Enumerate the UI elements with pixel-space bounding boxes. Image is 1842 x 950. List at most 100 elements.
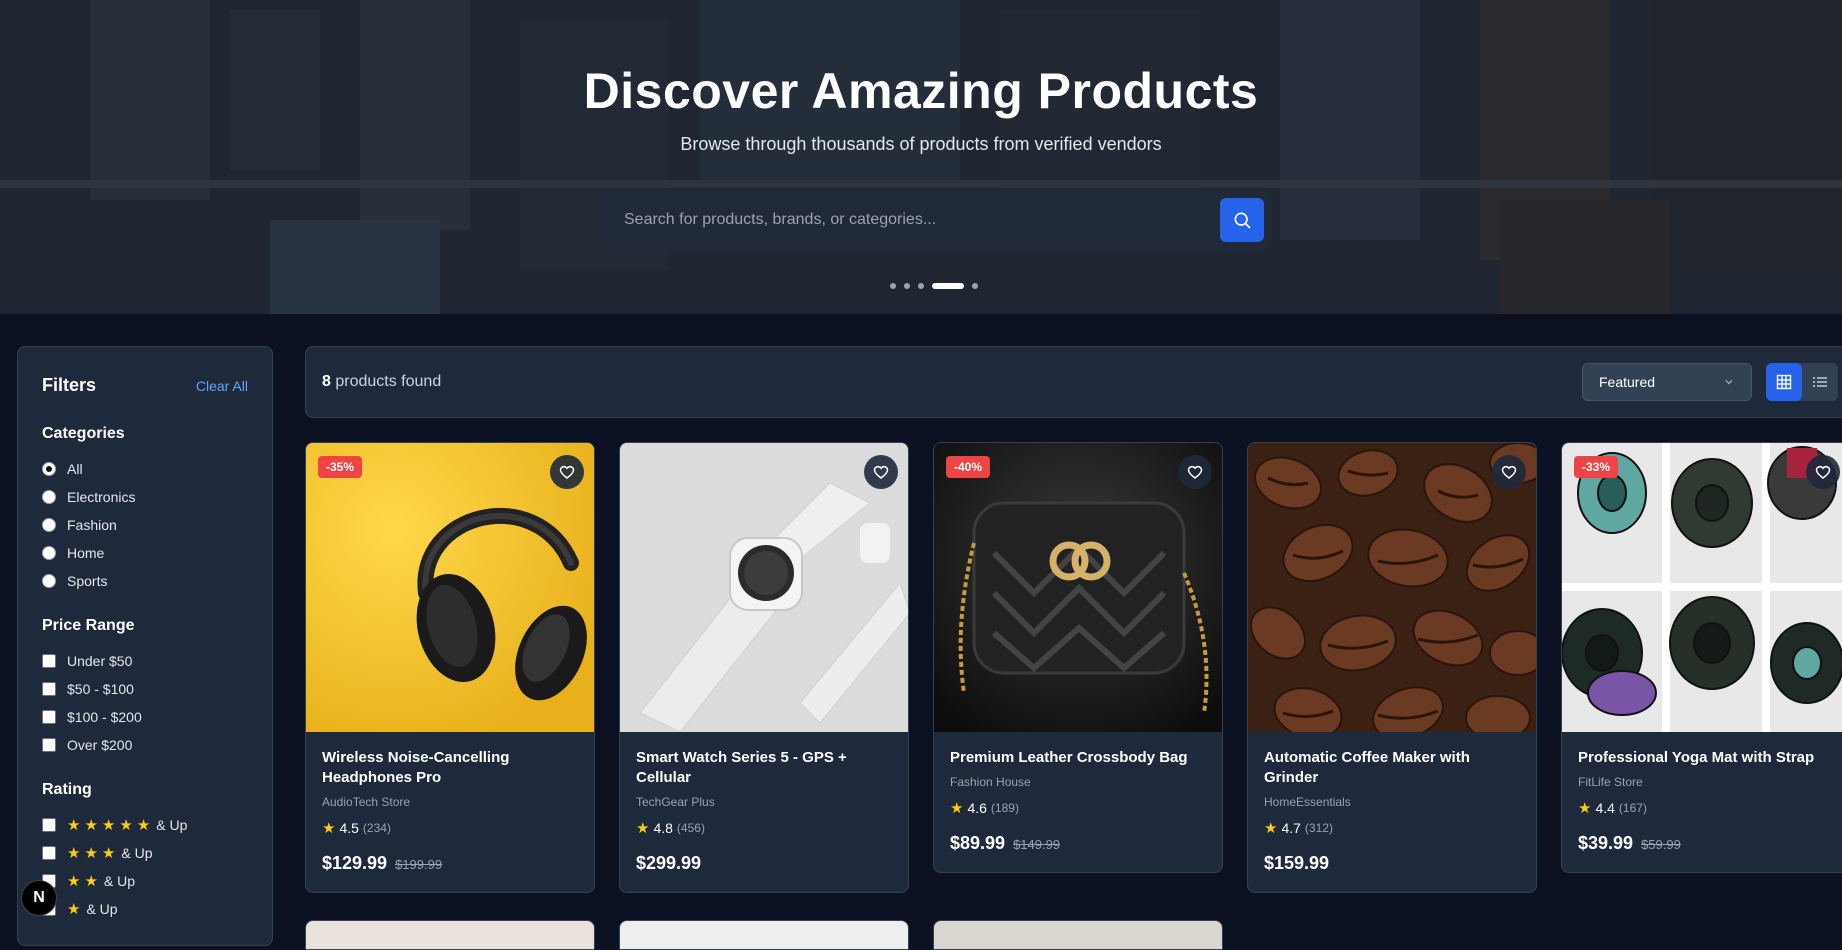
- product-card-partial[interactable]: [619, 920, 909, 950]
- rating-option-2[interactable]: ★ & Up: [42, 895, 248, 923]
- list-view-button[interactable]: [1802, 363, 1838, 401]
- product-image-yoga-mat[interactable]: -33%: [1562, 443, 1842, 732]
- rating-option-3[interactable]: ★ ★ & Up: [42, 867, 248, 895]
- product-card[interactable]: -35% Wireless Noise-Cancelling Headphone…: [305, 442, 595, 893]
- rating-label: & Up: [121, 845, 153, 861]
- radio[interactable]: [42, 574, 56, 588]
- categories-filter: Categories All Electronics Fashion Home …: [42, 425, 248, 595]
- product-price: $159.99: [1264, 853, 1520, 874]
- star-icon: ★: [1264, 820, 1278, 837]
- product-rating: ★ 4.4 (167): [1578, 799, 1826, 817]
- radio[interactable]: [42, 518, 56, 532]
- carousel-dot[interactable]: [972, 283, 978, 289]
- checkbox[interactable]: [42, 682, 56, 696]
- wishlist-button[interactable]: [864, 455, 898, 489]
- product-name[interactable]: Premium Leather Crossbody Bag: [950, 748, 1206, 768]
- results-count: 8 products found: [322, 373, 441, 391]
- star-icon: ★: [1578, 800, 1592, 817]
- vendor-name[interactable]: FitLife Store: [1578, 775, 1826, 789]
- filters-title: Filters: [42, 375, 97, 395]
- checkbox[interactable]: [42, 846, 56, 860]
- price-option[interactable]: Under $50: [42, 647, 248, 675]
- carousel-dot-active[interactable]: [932, 283, 964, 289]
- radio[interactable]: [42, 490, 56, 504]
- search-bar: [600, 190, 1272, 250]
- checkbox[interactable]: [42, 654, 56, 668]
- review-count: (189): [990, 801, 1019, 815]
- product-image-headphones[interactable]: -35%: [306, 443, 594, 732]
- star-icon: ★: [119, 817, 133, 834]
- product-image-bag[interactable]: -40%: [934, 443, 1222, 732]
- rating-label: & Up: [156, 817, 188, 833]
- heart-icon: [873, 465, 889, 479]
- product-name[interactable]: Wireless Noise-Cancelling Headphones Pro: [322, 748, 578, 788]
- product-card-partial[interactable]: [305, 920, 595, 950]
- checkbox[interactable]: [42, 738, 56, 752]
- list-icon: [1813, 377, 1827, 387]
- vendor-name[interactable]: AudioTech Store: [322, 795, 578, 809]
- category-option-fashion[interactable]: Fashion: [42, 511, 248, 539]
- product-name[interactable]: Smart Watch Series 5 - GPS + Cellular: [636, 748, 892, 788]
- product-price: $129.99 $199.99: [322, 853, 578, 874]
- discount-badge: -33%: [1574, 456, 1619, 478]
- category-label: Fashion: [67, 517, 117, 533]
- price-option[interactable]: $50 - $100: [42, 675, 248, 703]
- product-price: $39.99 $59.99: [1578, 833, 1826, 854]
- category-label: Sports: [67, 573, 108, 589]
- original-price: $59.99: [1641, 837, 1681, 852]
- heart-icon: [1187, 465, 1203, 479]
- carousel-dot[interactable]: [890, 283, 896, 289]
- checkbox[interactable]: [42, 710, 56, 724]
- search-input[interactable]: [624, 190, 1204, 250]
- star-icon: ★: [950, 800, 964, 817]
- category-option-sports[interactable]: Sports: [42, 567, 248, 595]
- vendor-name[interactable]: TechGear Plus: [636, 795, 892, 809]
- radio[interactable]: [42, 546, 56, 560]
- category-label: Home: [67, 545, 105, 561]
- sort-select[interactable]: Featured: [1582, 363, 1752, 401]
- wishlist-button[interactable]: [1492, 455, 1526, 489]
- category-option-home[interactable]: Home: [42, 539, 248, 567]
- wishlist-button[interactable]: [1178, 455, 1212, 489]
- star-icon: ★: [101, 817, 116, 834]
- product-name[interactable]: Professional Yoga Mat with Strap: [1578, 748, 1826, 768]
- current-price: $159.99: [1264, 853, 1330, 873]
- product-card[interactable]: -40% Premium Leather Crossbody Bag Fashi…: [933, 442, 1223, 873]
- wishlist-button[interactable]: [1806, 455, 1840, 489]
- product-card[interactable]: Smart Watch Series 5 - GPS + Cellular Te…: [619, 442, 909, 893]
- category-option-electronics[interactable]: Electronics: [42, 483, 248, 511]
- price-option[interactable]: Over $200: [42, 731, 248, 759]
- review-count: (234): [362, 821, 391, 835]
- product-name[interactable]: Automatic Coffee Maker with Grinder: [1264, 748, 1520, 788]
- category-option-all[interactable]: All: [42, 455, 248, 483]
- product-image-smartwatch[interactable]: [620, 443, 908, 732]
- vendor-name[interactable]: Fashion House: [950, 775, 1206, 789]
- view-toggle: [1766, 363, 1838, 401]
- search-button[interactable]: [1220, 198, 1264, 242]
- carousel-indicators: [890, 283, 978, 289]
- product-card[interactable]: Automatic Coffee Maker with Grinder Home…: [1247, 442, 1537, 893]
- product-card[interactable]: -33% Professional Yoga Mat with Strap Fi…: [1561, 442, 1842, 873]
- rating-label: & Up: [86, 901, 118, 917]
- vendor-name[interactable]: HomeEssentials: [1264, 795, 1520, 809]
- wishlist-button[interactable]: [550, 455, 584, 489]
- price-option[interactable]: $100 - $200: [42, 703, 248, 731]
- product-image-coffee[interactable]: [1248, 443, 1536, 732]
- star-icon: ★: [84, 873, 98, 890]
- clear-all-button[interactable]: Clear All: [196, 378, 248, 394]
- dev-tools-button[interactable]: N: [21, 880, 57, 916]
- rating-option-5[interactable]: ★ ★ ★ ★ ★ & Up: [42, 811, 248, 839]
- radio-checked[interactable]: [42, 462, 56, 476]
- review-count: (312): [1304, 821, 1333, 835]
- carousel-dot[interactable]: [918, 283, 924, 289]
- checkbox[interactable]: [42, 818, 56, 832]
- star-icon: ★: [67, 873, 81, 890]
- carousel-dot[interactable]: [904, 283, 910, 289]
- star-icon: ★: [84, 845, 98, 862]
- grid-view-button[interactable]: [1766, 363, 1802, 401]
- rating-option-4[interactable]: ★ ★ ★ & Up: [42, 839, 248, 867]
- rating-label: & Up: [103, 873, 136, 889]
- chevron-down-icon: [1725, 379, 1733, 385]
- star-icon: ★: [101, 845, 116, 862]
- product-card-partial[interactable]: [933, 920, 1223, 950]
